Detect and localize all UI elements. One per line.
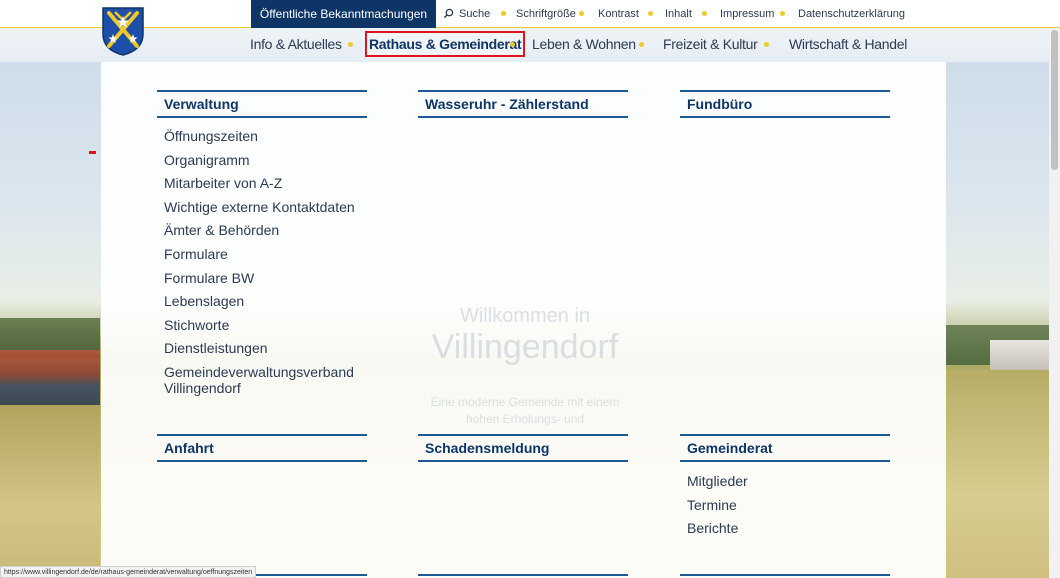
next-row-rule [418, 574, 628, 576]
impressum-link[interactable]: Impressum [720, 0, 774, 27]
menu-item-formulare-bw[interactable]: Formulare BW [164, 270, 364, 286]
separator-dot [702, 11, 707, 16]
menu-item-kontaktdaten[interactable]: Wichtige externe Kontaktdaten [164, 199, 364, 215]
status-bar-url: https://www.villingendorf.de/de/rathaus-… [0, 566, 257, 578]
privacy-link[interactable]: Datenschutzerklärung [798, 0, 905, 27]
background-field-right [946, 370, 1060, 578]
content-link[interactable]: Inhalt [665, 0, 692, 27]
menu-item-berichte[interactable]: Berichte [687, 520, 887, 536]
bekanntmachungen-link[interactable]: Öffentliche Bekanntmachungen [251, 0, 436, 28]
heading-wasseruhr[interactable]: Wasseruhr - Zählerstand [418, 90, 628, 118]
welcome-line-1: Willkommen in [459, 305, 591, 327]
nav-separator-dot [348, 42, 353, 47]
separator-dot [579, 11, 584, 16]
red-marker [89, 151, 96, 154]
menu-item-organigramm[interactable]: Organigramm [164, 152, 364, 168]
nav-freizeit-kultur[interactable]: Freizeit & Kultur [663, 31, 758, 57]
welcome-line-3: Eine moderne Gemeinde mit einem hohen Er… [420, 394, 630, 428]
scrollbar-thumb[interactable] [1051, 30, 1058, 170]
nav-rathaus-gemeinderat[interactable]: Rathaus & Gemeinderat [365, 31, 526, 57]
nav-separator-dot [764, 42, 769, 47]
contrast-link[interactable]: Kontrast [598, 0, 639, 27]
menu-item-mitglieder[interactable]: Mitglieder [687, 473, 887, 489]
menu-item-lebenslagen[interactable]: Lebenslagen [164, 293, 364, 309]
menu-item-aemter-behoerden[interactable]: Ämter & Behörden [164, 222, 364, 238]
heading-anfahrt[interactable]: Anfahrt [157, 434, 367, 462]
menu-item-oeffnungszeiten[interactable]: Öffnungszeiten [164, 128, 364, 144]
menu-item-termine[interactable]: Termine [687, 497, 887, 513]
heading-verwaltung[interactable]: Verwaltung [157, 90, 367, 118]
nav-separator-dot [639, 42, 644, 47]
verwaltung-list: Öffnungszeiten Organigramm Mitarbeiter v… [164, 128, 364, 404]
background-houses-left [0, 350, 100, 410]
heading-gemeinderat[interactable]: Gemeinderat [680, 434, 890, 462]
search-icon [443, 8, 454, 19]
gemeinderat-list: Mitglieder Termine Berichte [687, 473, 887, 544]
search-link[interactable]: Suche [443, 0, 490, 27]
coat-of-arms-logo[interactable] [101, 6, 145, 56]
nav-info-aktuelles[interactable]: Info & Aktuelles [250, 31, 342, 57]
nav-separator-dot [510, 42, 515, 47]
menu-item-stichworte[interactable]: Stichworte [164, 317, 364, 333]
welcome-text-b: hohen Erholungs- und [465, 412, 585, 426]
font-size-link[interactable]: Schriftgröße [516, 0, 576, 27]
next-row-rule [680, 574, 890, 576]
background-field-left [0, 405, 100, 578]
welcome-line-2: Villingendorf [431, 328, 619, 366]
menu-item-mitarbeiter[interactable]: Mitarbeiter von A-Z [164, 175, 364, 191]
separator-dot [648, 11, 653, 16]
welcome-watermark: Willkommen in Villingendorf Eine moderne… [420, 305, 630, 428]
search-label: Suche [459, 7, 491, 20]
heading-schadensmeldung[interactable]: Schadensmeldung [418, 434, 628, 462]
heading-fundbuero[interactable]: Fundbüro [680, 90, 890, 118]
menu-item-gvv[interactable]: Gemeindeverwaltungsverband Villingendorf [164, 364, 354, 396]
nav-wirtschaft-handel[interactable]: Wirtschaft & Handel [789, 31, 907, 57]
separator-dot [780, 11, 785, 16]
menu-item-formulare[interactable]: Formulare [164, 246, 364, 262]
separator-dot [501, 11, 506, 16]
welcome-text-a: Eine moderne Gemeinde mit einem [430, 395, 620, 409]
nav-leben-wohnen[interactable]: Leben & Wohnen [532, 31, 636, 57]
menu-item-dienstleistungen[interactable]: Dienstleistungen [164, 340, 364, 356]
